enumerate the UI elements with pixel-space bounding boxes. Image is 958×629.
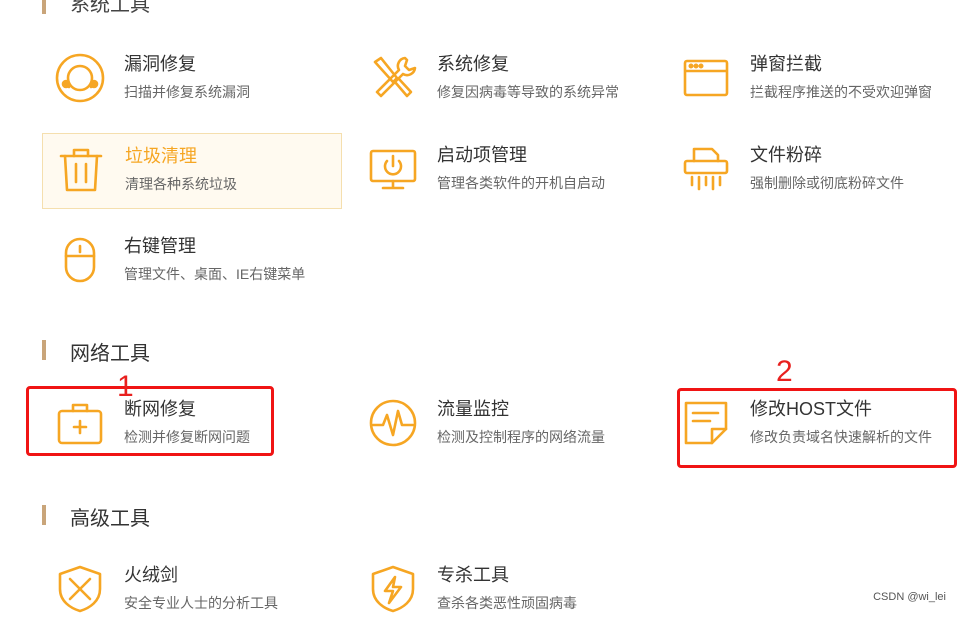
- pulse-icon: [367, 397, 419, 449]
- annotation-number-1: 1: [117, 370, 134, 403]
- document-icon: [680, 397, 732, 449]
- tool-title: 启动项管理: [437, 145, 527, 165]
- first-aid-kit-icon: [54, 397, 106, 449]
- tool-desc: 检测及控制程序的网络流量: [437, 429, 605, 445]
- tool-title: 右键管理: [124, 236, 196, 256]
- tool-desc: 安全专业人士的分析工具: [124, 595, 278, 611]
- annotation-number-2: 2: [776, 355, 793, 388]
- watermark: CSDN @wi_lei: [873, 591, 946, 603]
- tool-desc: 拦截程序推送的不受欢迎弹窗: [750, 84, 932, 100]
- section-header-system-tools: 系统工具: [42, 0, 242, 16]
- tool-desc: 检测并修复断网问题: [124, 429, 250, 445]
- tool-context-menu[interactable]: 右键管理 管理文件、桌面、IE右键菜单: [42, 224, 342, 300]
- tool-tinder-sword[interactable]: 火绒剑 安全专业人士的分析工具: [42, 553, 342, 629]
- tool-title: 垃圾清理: [125, 146, 197, 166]
- section-bar: [42, 505, 46, 525]
- tool-title: 系统修复: [437, 54, 509, 74]
- tool-desc: 扫描并修复系统漏洞: [124, 84, 250, 100]
- tool-special-kill[interactable]: 专杀工具 查杀各类恶性顽固病毒: [355, 553, 655, 629]
- tool-title: 断网修复: [124, 399, 196, 419]
- shield-swords-icon: [54, 563, 106, 615]
- tool-title: 弹窗拦截: [750, 54, 822, 74]
- tool-desc: 查杀各类恶性顽固病毒: [437, 595, 577, 611]
- tool-title: 流量监控: [437, 399, 509, 419]
- lifebuoy-icon: [54, 52, 106, 104]
- window-icon: [680, 52, 732, 104]
- tool-desc: 管理文件、桌面、IE右键菜单: [124, 266, 306, 282]
- tool-vuln-repair[interactable]: 漏洞修复 扫描并修复系统漏洞: [42, 42, 342, 118]
- tool-title: 漏洞修复: [124, 54, 196, 74]
- tool-title: 专杀工具: [437, 565, 509, 585]
- tool-host-edit[interactable]: 修改HOST文件 修改负责域名快速解析的文件: [668, 387, 958, 463]
- section-bar: [42, 0, 46, 14]
- trash-icon: [55, 144, 107, 196]
- tool-system-repair[interactable]: 系统修复 修复因病毒等导致的系统异常: [355, 42, 655, 118]
- shredder-icon: [680, 143, 732, 195]
- tool-desc: 修改负责域名快速解析的文件: [750, 429, 932, 445]
- tool-desc: 修复因病毒等导致的系统异常: [437, 84, 619, 100]
- tool-popup-block[interactable]: 弹窗拦截 拦截程序推送的不受欢迎弹窗: [668, 42, 958, 118]
- section-title: 网络工具: [70, 343, 150, 365]
- section-title: 系统工具: [70, 0, 150, 16]
- tool-traffic-monitor[interactable]: 流量监控 检测及控制程序的网络流量: [355, 387, 655, 463]
- section-title: 高级工具: [70, 508, 150, 530]
- tool-title: 修改HOST文件: [750, 399, 873, 419]
- monitor-power-icon: [367, 143, 419, 195]
- tool-desc: 强制删除或彻底粉碎文件: [750, 175, 904, 191]
- section-bar: [42, 340, 46, 360]
- tool-title: 火绒剑: [124, 565, 178, 585]
- tool-desc: 管理各类软件的开机自启动: [437, 175, 605, 191]
- wrench-screwdriver-icon: [367, 52, 419, 104]
- tool-network-repair[interactable]: 断网修复 检测并修复断网问题: [42, 387, 342, 463]
- mouse-icon: [54, 234, 106, 286]
- shield-lightning-icon: [367, 563, 419, 615]
- tool-desc: 清理各种系统垃圾: [125, 176, 237, 192]
- tool-startup-mgmt[interactable]: 启动项管理 管理各类软件的开机自启动: [355, 133, 655, 209]
- tool-title: 文件粉碎: [750, 145, 822, 165]
- tool-file-shred[interactable]: 文件粉碎 强制删除或彻底粉碎文件: [668, 133, 958, 209]
- tool-junk-clean[interactable]: 垃圾清理 清理各种系统垃圾: [42, 133, 342, 209]
